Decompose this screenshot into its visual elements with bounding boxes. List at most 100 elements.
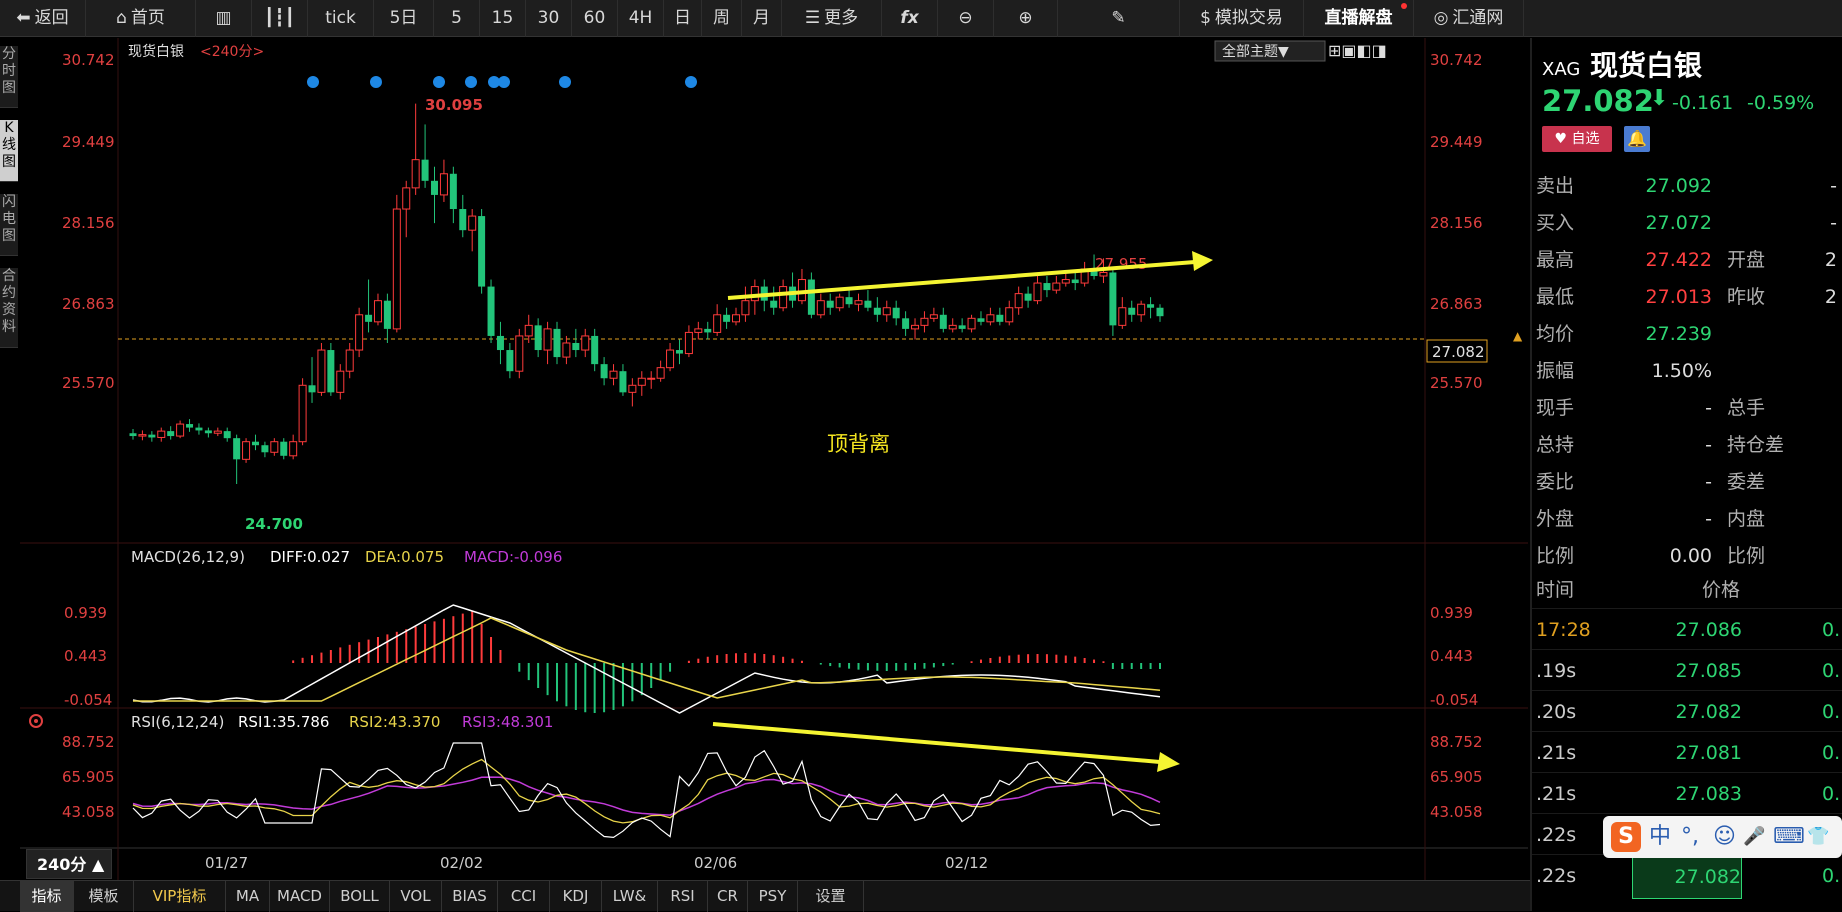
- quote-value: -: [1705, 434, 1712, 456]
- tab-kdj[interactable]: KDJ: [550, 881, 602, 912]
- period-selector[interactable]: 240分 ▲: [26, 849, 112, 879]
- zoom-in-button[interactable]: ⊕: [994, 0, 1058, 37]
- candle-body: [854, 300, 863, 305]
- tab-boll[interactable]: BOLL: [330, 881, 390, 912]
- tab-indicator[interactable]: 指标: [20, 881, 74, 912]
- low-price-label: 24.700: [245, 515, 303, 533]
- event-marker-icon[interactable]: [559, 76, 571, 88]
- indicator-tabbar: 指标 模板 VIP指标 MA MACD BOLL VOL BIAS CCI KD…: [0, 880, 1530, 912]
- candle-body: [468, 215, 477, 231]
- candle-body: [835, 296, 844, 309]
- period-tick[interactable]: tick: [308, 0, 374, 37]
- quote-value: 27.013: [1645, 286, 1712, 308]
- candle-body: [1061, 279, 1070, 284]
- event-marker-icon[interactable]: [370, 76, 382, 88]
- candle-body: [317, 349, 326, 393]
- candlestick-icon: ┃┇┃: [264, 8, 295, 28]
- candle-body: [1071, 279, 1079, 284]
- period-5[interactable]: 5: [434, 0, 480, 37]
- brand-link[interactable]: ◎ 汇通网: [1414, 0, 1524, 37]
- list-icon: ☰: [804, 8, 821, 28]
- watchlist-button[interactable]: ♥ 自选: [1542, 126, 1612, 152]
- candle-body: [176, 423, 185, 437]
- home-button[interactable]: ⌂ 首页: [86, 0, 196, 37]
- macd-axis: 0.939 0.939 0.443 0.443 -0.054 -0.054: [64, 604, 1478, 709]
- ime-toolbar[interactable]: S 中 °, ☺ 🎤 ⌨ 👕: [1603, 816, 1842, 858]
- tab-vol[interactable]: VOL: [390, 881, 442, 912]
- ime-keyboard-icon[interactable]: ⌨: [1773, 816, 1805, 858]
- tab-bias[interactable]: BIAS: [442, 881, 498, 912]
- tab-ma[interactable]: MA: [226, 881, 270, 912]
- back-button[interactable]: ⬅ 返回: [0, 0, 86, 37]
- candlestick-series: [129, 103, 1164, 484]
- period-month[interactable]: 月: [742, 0, 782, 37]
- candle-body: [478, 216, 486, 287]
- event-marker-icon[interactable]: [433, 76, 445, 88]
- candle-body: [308, 385, 316, 393]
- candle-body: [732, 314, 741, 323]
- event-marker-icon[interactable]: [465, 76, 477, 88]
- brand-swirl-icon: ◎: [1433, 8, 1449, 28]
- tab-macd[interactable]: MACD: [270, 881, 330, 912]
- candle-body: [619, 371, 627, 393]
- event-marker-icon[interactable]: [685, 76, 697, 88]
- macd-series: [132, 604, 1161, 714]
- quote-panel: XAG 现货白银 27.082 ⬇ -0.161 -0.59% ♥ 自选 🔔 卖…: [1530, 38, 1842, 911]
- quote-value: -: [1705, 508, 1712, 530]
- more-button[interactable]: ☰ 更多: [782, 0, 882, 37]
- period-week[interactable]: 周: [702, 0, 742, 37]
- quote-label: 比例: [1536, 545, 1575, 567]
- quote-row: 买入 27.072 -: [1532, 205, 1842, 241]
- candle-body: [723, 314, 731, 322]
- ime-chinese-mode[interactable]: 中: [1649, 816, 1671, 858]
- zoom-out-button[interactable]: ⊖: [938, 0, 994, 37]
- candle-body: [431, 180, 439, 195]
- tab-vip-indicator[interactable]: VIP指标: [134, 881, 226, 912]
- period-60[interactable]: 60: [572, 0, 618, 37]
- quote-value: 27.092: [1645, 175, 1712, 197]
- macd-header: MACD(26,12,9): [131, 548, 245, 566]
- ime-emoji-icon[interactable]: ☺: [1713, 816, 1736, 858]
- candle-body: [186, 424, 194, 428]
- quote-label: 总持: [1536, 434, 1575, 456]
- period-30[interactable]: 30: [526, 0, 572, 37]
- candle-body: [779, 286, 788, 309]
- period-day[interactable]: 日: [664, 0, 702, 37]
- tick-time: .20s: [1536, 701, 1577, 723]
- bell-icon: 🔔: [1627, 129, 1647, 148]
- tab-settings[interactable]: 设置: [798, 881, 864, 912]
- tab-cci[interactable]: CCI: [498, 881, 550, 912]
- ime-punct-icon[interactable]: °,: [1681, 816, 1699, 858]
- chart-area[interactable]: 现货白银 <240分> 全部主题▼ ⊞▣◧◨ 30.742 30.742 29.44…: [0, 38, 1528, 880]
- candle-body: [439, 173, 448, 196]
- candle-chart-button[interactable]: ┃┇┃: [252, 0, 308, 37]
- candle-body: [920, 317, 929, 326]
- ime-mic-icon[interactable]: 🎤: [1743, 816, 1765, 858]
- candle-body: [816, 300, 825, 316]
- candle-body: [741, 300, 750, 316]
- sim-trade-button[interactable]: $ 模拟交易: [1180, 0, 1304, 37]
- period-15[interactable]: 15: [480, 0, 526, 37]
- live-button[interactable]: 直播解盘: [1304, 0, 1414, 37]
- tab-cr[interactable]: CR: [708, 881, 748, 912]
- tab-template[interactable]: 模板: [74, 881, 134, 912]
- tab-lwr[interactable]: LW&: [602, 881, 658, 912]
- draw-button[interactable]: ✎: [1058, 0, 1180, 37]
- candle-body: [807, 279, 815, 315]
- ime-skin-icon[interactable]: 👕: [1807, 816, 1829, 858]
- price-axis: 30.742 30.742 29.449 29.449 28.156 28.156 26.8…: [62, 51, 1483, 392]
- tab-psy[interactable]: PSY: [748, 881, 798, 912]
- tick-row: .22s 27.082 0.: [1532, 854, 1842, 899]
- formula-button[interactable]: fx: [882, 0, 938, 37]
- period-4h[interactable]: 4H: [618, 0, 664, 37]
- layout-icons[interactable]: ⊞▣◧◨: [1328, 41, 1387, 60]
- period-5day[interactable]: 5日: [374, 0, 434, 37]
- candle-body: [572, 342, 580, 351]
- candle-body: [892, 307, 900, 319]
- event-marker-icon[interactable]: [307, 76, 319, 88]
- alert-bell-button[interactable]: 🔔: [1624, 126, 1650, 152]
- tab-rsi[interactable]: RSI: [658, 881, 708, 912]
- event-marker-icon[interactable]: [498, 76, 510, 88]
- tick-volume: 0.: [1822, 619, 1841, 641]
- bar-chart-button[interactable]: ▥: [196, 0, 252, 37]
